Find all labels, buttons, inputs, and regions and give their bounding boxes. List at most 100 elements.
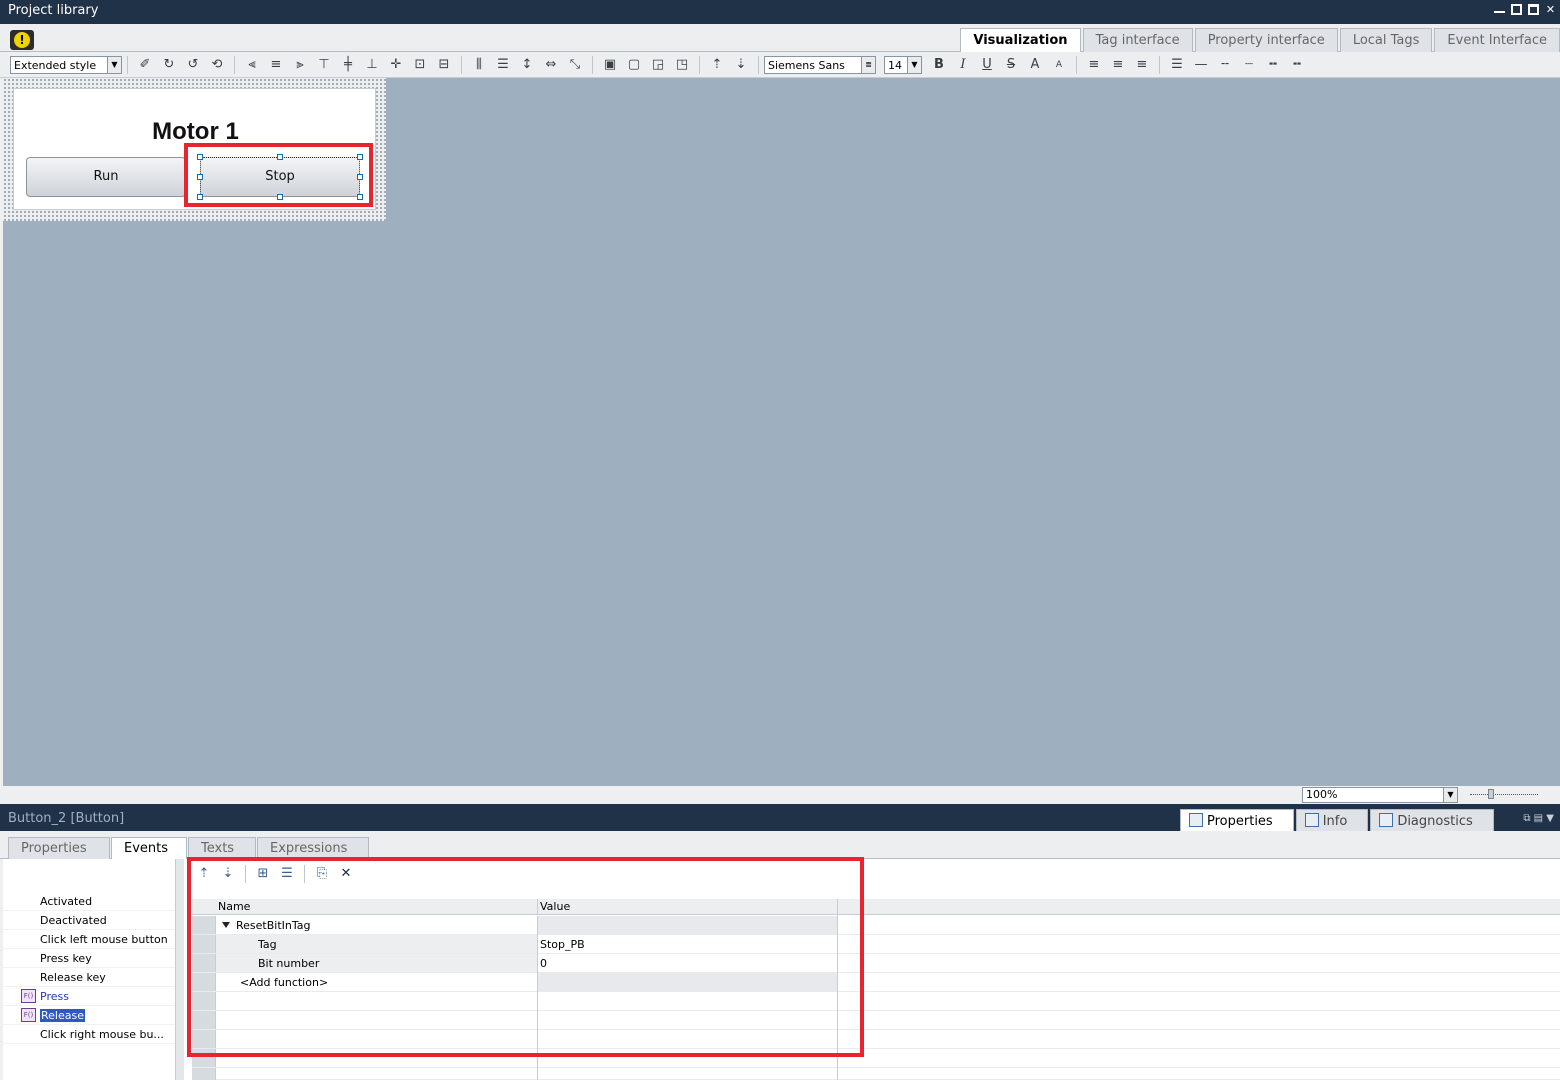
- event-release[interactable]: F() Release: [3, 1006, 175, 1025]
- event-label: Activated: [40, 895, 93, 908]
- tab-visualization[interactable]: Visualization: [960, 28, 1081, 53]
- send-back-icon[interactable]: ▢: [625, 57, 643, 73]
- rotate-icon[interactable]: ⟲: [208, 57, 226, 73]
- event-label: Release: [40, 1009, 85, 1022]
- font-size-select[interactable]: 14 ▼: [884, 55, 922, 74]
- tab-diagnostics[interactable]: Diagnostics: [1370, 809, 1494, 831]
- tab-local-tags[interactable]: Local Tags: [1339, 28, 1433, 52]
- zoom-slider-thumb[interactable]: [1488, 789, 1494, 799]
- close-icon[interactable]: ✕: [1545, 4, 1556, 15]
- function-list-icon: F(): [21, 989, 36, 1003]
- event-label: Click left mouse button: [40, 933, 168, 946]
- tab-tag-interface[interactable]: Tag interface: [1082, 28, 1193, 52]
- chevron-down-icon: ▼: [107, 56, 121, 73]
- toolbar-separator: [127, 55, 128, 74]
- zoom-select[interactable]: 100% ▼: [1302, 787, 1458, 803]
- tab-properties[interactable]: Properties: [1180, 809, 1294, 831]
- event-label: Press key: [40, 952, 92, 965]
- event-click-left[interactable]: Click left mouse button: [3, 930, 175, 949]
- zoom-slider[interactable]: [1470, 794, 1538, 795]
- bring-front-icon[interactable]: ▣: [601, 57, 619, 73]
- subtab-events[interactable]: Events: [111, 837, 187, 860]
- events-list: Activated Deactivated Click left mouse b…: [3, 859, 175, 1080]
- bring-forward-icon[interactable]: ◲: [649, 57, 667, 73]
- line-solid-icon[interactable]: —: [1192, 57, 1210, 73]
- subtab-expressions[interactable]: Expressions: [257, 837, 369, 859]
- toolbar-separator: [1076, 55, 1077, 74]
- center-vertical-icon[interactable]: ⊟: [435, 57, 453, 73]
- text-align-center-icon[interactable]: ≡: [1109, 57, 1127, 73]
- inspector-subtabs: Properties Events Texts Expressions: [0, 831, 1560, 860]
- align-center-icon[interactable]: ≡: [267, 57, 285, 73]
- rotate-left-icon[interactable]: ↺: [184, 57, 202, 73]
- tab-properties-label: Properties: [1207, 814, 1273, 829]
- function-list-panel: ⇡ ⇣ ⊞ ☰ ⎘ ✕ Name Value ResetBitInTag Tag…: [184, 857, 1560, 1080]
- chevron-down-icon: ▼: [1443, 788, 1457, 802]
- align-bottom-icon[interactable]: ⊥: [363, 57, 381, 73]
- run-button[interactable]: Run: [26, 157, 186, 197]
- restore-icon[interactable]: [1511, 4, 1522, 15]
- window-controls: ✕: [1494, 4, 1556, 15]
- event-press-key[interactable]: Press key: [3, 949, 175, 968]
- rotate-right-icon[interactable]: ↻: [160, 57, 178, 73]
- subtab-texts[interactable]: Texts: [188, 837, 256, 859]
- align-middle-icon[interactable]: ╪: [339, 57, 357, 73]
- send-backward-icon[interactable]: ◳: [673, 57, 691, 73]
- distribute-horizontal-icon[interactable]: ⫼: [470, 57, 488, 73]
- layer-down-icon[interactable]: ⇣: [732, 57, 750, 73]
- grow-font-button[interactable]: A: [1026, 57, 1044, 73]
- event-press[interactable]: F() Press: [3, 987, 175, 1006]
- font-list-icon: ≣: [861, 56, 875, 73]
- same-height-icon[interactable]: ↕: [518, 57, 536, 73]
- events-scrollbar[interactable]: [175, 859, 184, 1080]
- line-width-icon[interactable]: ☰: [1168, 57, 1186, 73]
- line-dash-icon[interactable]: ╌: [1216, 57, 1234, 73]
- underline-button[interactable]: U: [978, 57, 996, 73]
- distribute-vertical-icon[interactable]: ☰: [494, 57, 512, 73]
- event-click-right[interactable]: Click right mouse bu...: [3, 1025, 175, 1044]
- text-align-left-icon[interactable]: ≡: [1085, 57, 1103, 73]
- line-dot-icon[interactable]: ┈: [1240, 57, 1258, 73]
- same-size-icon[interactable]: ⤡: [566, 57, 584, 73]
- tab-event-interface[interactable]: Event Interface: [1434, 28, 1560, 52]
- style-select[interactable]: Extended style ▼: [10, 55, 122, 74]
- font-size-value: 14: [888, 58, 902, 72]
- font-select[interactable]: Siemens Sans ≣: [764, 55, 876, 74]
- tab-property-interface[interactable]: Property interface: [1194, 28, 1338, 52]
- zoom-value: 100%: [1306, 788, 1338, 801]
- selected-object-name: Button_2 [Button]: [8, 811, 125, 826]
- screen-canvas[interactable]: Motor 1 Run Stop: [3, 78, 1560, 786]
- event-deactivated[interactable]: Deactivated: [3, 911, 175, 930]
- strikethrough-button[interactable]: S: [1002, 57, 1020, 73]
- align-left-icon[interactable]: ⫷: [243, 57, 261, 73]
- inspector-controls[interactable]: ⧉ ▤ ▼: [1523, 813, 1554, 824]
- chevron-down-icon: ▼: [907, 56, 921, 73]
- event-activated[interactable]: Activated: [3, 892, 175, 911]
- line-dashdotdot-icon[interactable]: ╍: [1288, 57, 1306, 73]
- warning-icon[interactable]: [10, 30, 34, 50]
- center-icon[interactable]: ✛: [387, 57, 405, 73]
- same-width-icon[interactable]: ⇔: [542, 57, 560, 73]
- tab-info[interactable]: Info: [1295, 809, 1369, 831]
- shrink-font-button[interactable]: A: [1050, 57, 1068, 73]
- toolbar-separator: [461, 55, 462, 74]
- align-right-icon[interactable]: ⫸: [291, 57, 309, 73]
- subtab-properties[interactable]: Properties: [8, 837, 110, 859]
- event-release-key[interactable]: Release key: [3, 968, 175, 987]
- maximize-icon[interactable]: [1528, 4, 1539, 15]
- text-align-right-icon[interactable]: ≡: [1133, 57, 1151, 73]
- italic-button[interactable]: I: [954, 57, 972, 73]
- align-top-icon[interactable]: ⊤: [315, 57, 333, 73]
- center-horizontal-icon[interactable]: ⊡: [411, 57, 429, 73]
- bold-button[interactable]: B: [930, 57, 948, 73]
- properties-icon: [1189, 813, 1203, 827]
- line-dashdot-icon[interactable]: ╍: [1264, 57, 1282, 73]
- format-painter-icon[interactable]: ✐: [136, 57, 154, 73]
- layer-up-icon[interactable]: ⇡: [708, 57, 726, 73]
- function-list-icon: F(): [21, 1008, 36, 1022]
- motor-title[interactable]: Motor 1: [14, 118, 377, 146]
- minimize-icon[interactable]: [1494, 4, 1505, 13]
- format-toolbar: Extended style ▼ ✐ ↻ ↺ ⟲ ⫷ ≡ ⫸ ⊤ ╪ ⊥ ✛ ⊡…: [0, 52, 1560, 78]
- style-select-value: Extended style: [14, 58, 97, 72]
- inspector-header: Button_2 [Button] Properties Info Diagno…: [0, 807, 1560, 831]
